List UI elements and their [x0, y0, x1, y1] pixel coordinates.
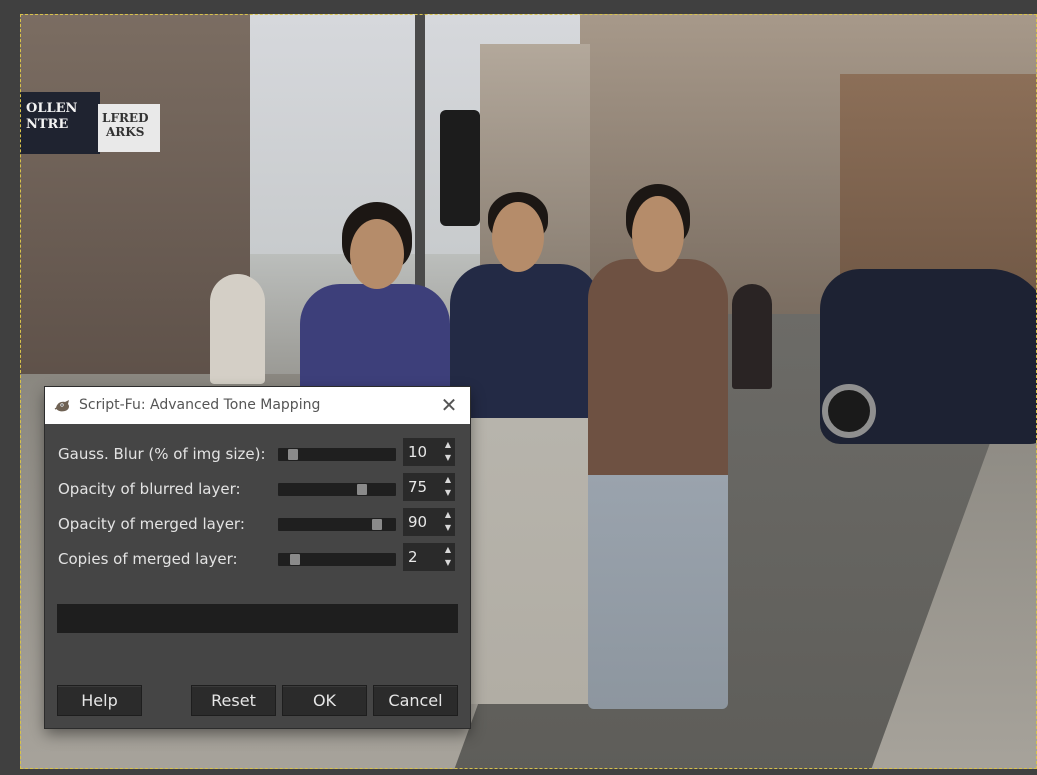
photo-pedestrian — [210, 274, 265, 384]
slider-handle[interactable] — [372, 519, 382, 530]
ok-button[interactable]: OK — [282, 685, 367, 716]
photo-person-middle — [450, 264, 600, 704]
gimp-wilber-icon — [54, 400, 69, 412]
spin-value[interactable]: 75 — [408, 478, 427, 496]
opacity-blurred-spinbox[interactable]: 75 ▲ ▼ — [403, 473, 455, 501]
photo-face — [350, 219, 404, 289]
dialog-titlebar[interactable]: Script-Fu: Advanced Tone Mapping ✕ — [45, 387, 470, 424]
progress-bar — [57, 604, 458, 633]
tone-mapping-dialog: Script-Fu: Advanced Tone Mapping ✕ Gauss… — [45, 387, 470, 728]
spin-down-icon[interactable]: ▼ — [441, 557, 455, 569]
field-opacity-blurred: Opacity of blurred layer: 75 ▲ ▼ — [45, 473, 470, 501]
reset-button[interactable]: Reset — [191, 685, 276, 716]
photo-lamp-post — [415, 14, 425, 314]
sign-text: OLLEN — [26, 101, 78, 116]
opacity-merged-spinbox[interactable]: 90 ▲ ▼ — [403, 508, 455, 536]
photo-person-right — [588, 259, 728, 709]
slider-handle[interactable] — [288, 449, 298, 460]
gauss-blur-spinbox[interactable]: 10 ▲ ▼ — [403, 438, 455, 466]
spin-up-icon[interactable]: ▲ — [441, 439, 455, 451]
photo-face — [632, 196, 684, 272]
spin-down-icon[interactable]: ▼ — [441, 522, 455, 534]
field-label: Copies of merged layer: — [58, 550, 238, 568]
sign-text: NTRE — [26, 117, 69, 132]
sign-text: ARKS — [106, 125, 145, 139]
copies-merged-spinbox[interactable]: 2 ▲ ▼ — [403, 543, 455, 571]
opacity-merged-slider[interactable] — [278, 518, 396, 531]
field-opacity-merged: Opacity of merged layer: 90 ▲ ▼ — [45, 508, 470, 536]
help-button[interactable]: Help — [57, 685, 142, 716]
spin-down-icon[interactable]: ▼ — [441, 487, 455, 499]
field-label: Gauss. Blur (% of img size): — [58, 445, 266, 463]
spin-down-icon[interactable]: ▼ — [441, 452, 455, 464]
photo-traffic-light — [440, 110, 480, 226]
photo-car-wheel — [822, 384, 876, 438]
gauss-blur-slider[interactable] — [278, 448, 396, 461]
copies-merged-slider[interactable] — [278, 553, 396, 566]
close-icon[interactable]: ✕ — [438, 394, 460, 416]
field-label: Opacity of blurred layer: — [58, 480, 241, 498]
photo-face — [492, 202, 544, 272]
spin-value[interactable]: 10 — [408, 443, 427, 461]
sign-text: LFRED — [102, 111, 149, 125]
spin-up-icon[interactable]: ▲ — [441, 509, 455, 521]
spin-value[interactable]: 2 — [408, 548, 418, 566]
slider-handle[interactable] — [357, 484, 367, 495]
spin-value[interactable]: 90 — [408, 513, 427, 531]
cancel-button[interactable]: Cancel — [373, 685, 458, 716]
photo-shop-sign: LFRED ARKS — [98, 104, 160, 152]
photo-pedestrian — [732, 284, 772, 389]
spin-up-icon[interactable]: ▲ — [441, 474, 455, 486]
field-label: Opacity of merged layer: — [58, 515, 245, 533]
spin-up-icon[interactable]: ▲ — [441, 544, 455, 556]
opacity-blurred-slider[interactable] — [278, 483, 396, 496]
slider-handle[interactable] — [290, 554, 300, 565]
photo-shop-sign: OLLEN NTRE — [20, 92, 100, 154]
field-gauss-blur: Gauss. Blur (% of img size): 10 ▲ ▼ — [45, 438, 470, 466]
dialog-title: Script-Fu: Advanced Tone Mapping — [79, 397, 321, 413]
field-copies-merged: Copies of merged layer: 2 ▲ ▼ — [45, 543, 470, 571]
